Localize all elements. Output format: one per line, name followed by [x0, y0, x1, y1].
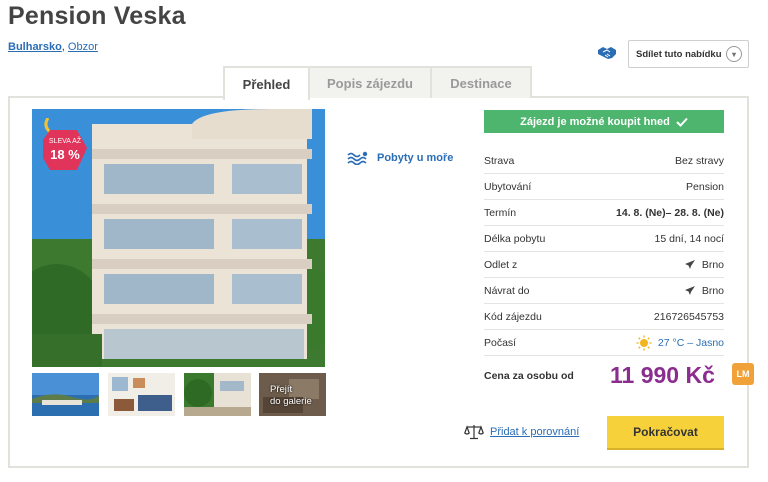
- detail-label: Ubytování: [484, 180, 532, 193]
- detail-label: Počasí: [484, 336, 517, 349]
- beach-waves-icon: [347, 151, 368, 165]
- detail-row-board: Strava Bez stravy: [484, 148, 724, 174]
- detail-label: Kód zájezdu: [484, 310, 542, 323]
- detail-value: 14. 8. (Ne)– 28. 8. (Ne): [616, 206, 724, 219]
- detail-value: 27 °C – Jasno: [657, 336, 724, 349]
- feature-beach[interactable]: Pobyty u moře: [347, 151, 453, 165]
- detail-value-wrap: Brno: [684, 259, 724, 271]
- price-value: 11 990 Kč: [610, 362, 715, 388]
- breadcrumb: Bulharsko, Obzor: [8, 41, 98, 53]
- availability-label: Zájezd je možné koupit hned: [520, 115, 670, 128]
- detail-row-duration: Délka pobytu 15 dní, 14 nocí: [484, 226, 724, 252]
- detail-row-dates: Termín 14. 8. (Ne)– 28. 8. (Ne): [484, 200, 724, 226]
- breadcrumb-place-link[interactable]: Obzor: [68, 41, 98, 53]
- check-icon: [676, 117, 688, 127]
- tab-trip-description[interactable]: Popis zájezdu: [308, 66, 432, 98]
- detail-label: Strava: [484, 154, 515, 167]
- breadcrumb-separator: ,: [61, 41, 65, 53]
- share-offer-label: Sdílet tuto nabídku: [636, 48, 722, 60]
- detail-label: Délka pobytu: [484, 232, 546, 245]
- price-label: Cena za osobu od: [484, 370, 574, 382]
- feature-beach-label: Pobyty u moře: [377, 152, 454, 164]
- price-row: Cena za osobu od 11 990 Kč LM: [484, 362, 754, 393]
- breadcrumb-country-link[interactable]: Bulharsko: [8, 41, 62, 53]
- tab-overview[interactable]: Přehled: [223, 66, 310, 100]
- sun-icon: [636, 335, 652, 350]
- detail-value: Bez stravy: [674, 154, 724, 167]
- trip-details: Strava Bez stravy Ubytování Pension Term…: [484, 148, 724, 356]
- detail-value: Brno: [701, 258, 724, 271]
- detail-label: Odlet z: [484, 258, 518, 271]
- detail-value: Brno: [701, 284, 724, 297]
- plane-icon: [684, 285, 695, 295]
- detail-value-wrap: Brno: [684, 285, 724, 297]
- page-title: Pension Veska: [8, 2, 186, 30]
- add-to-compare-link[interactable]: Přidat k porovnání: [464, 424, 579, 440]
- gallery-thumbnail-1[interactable]: [32, 373, 99, 416]
- share-offer-button[interactable]: Sdílet tuto nabídku ▾: [628, 40, 749, 68]
- tab-bar: Přehled Popis zájezdu Destinace: [223, 66, 532, 100]
- gallery-thumbnail-2[interactable]: [108, 373, 175, 416]
- detail-value: 15 dní, 14 nocí: [654, 232, 724, 245]
- gallery-link-line2: do galerie: [270, 396, 312, 407]
- plane-icon: [684, 259, 695, 269]
- chevron-down-icon: ▾: [726, 46, 742, 62]
- scales-icon: [464, 425, 484, 440]
- discount-tag-icon: [43, 118, 87, 170]
- discount-label: SLEVA AŽ: [48, 138, 82, 145]
- discount-value: 18 %: [50, 147, 80, 162]
- gallery-thumbnail-3[interactable]: [184, 373, 251, 416]
- detail-label: Návrat do: [484, 284, 530, 297]
- last-minute-badge: LM: [732, 363, 754, 385]
- availability-banner: Zájezd je možné koupit hned: [484, 110, 724, 133]
- detail-row-departure: Odlet z Brno: [484, 252, 724, 278]
- detail-label: Termín: [484, 206, 517, 219]
- continue-button[interactable]: Pokračovat: [607, 416, 724, 450]
- detail-value: 216726545753: [653, 310, 724, 323]
- detail-value-wrap: 27 °C – Jasno: [636, 335, 724, 351]
- detail-row-weather: Počasí 27 °C – Jasno: [484, 330, 724, 356]
- detail-row-code: Kód zájezdu 216726545753: [484, 304, 724, 330]
- gallery-link[interactable]: Přejít do galerie: [270, 384, 312, 408]
- detail-row-accommodation: Ubytování Pension: [484, 174, 724, 200]
- gallery-link-line1: Přejít: [270, 384, 293, 395]
- detail-row-return: Návrat do Brno: [484, 278, 724, 304]
- tab-destination[interactable]: Destinace: [430, 66, 532, 98]
- detail-value: Pension: [686, 180, 724, 193]
- handshake-icon[interactable]: [597, 45, 617, 61]
- page: Pension Veska Bulharsko, Obzor Sdílet tu…: [0, 0, 768, 482]
- add-to-compare-label: Přidat k porovnání: [490, 426, 580, 438]
